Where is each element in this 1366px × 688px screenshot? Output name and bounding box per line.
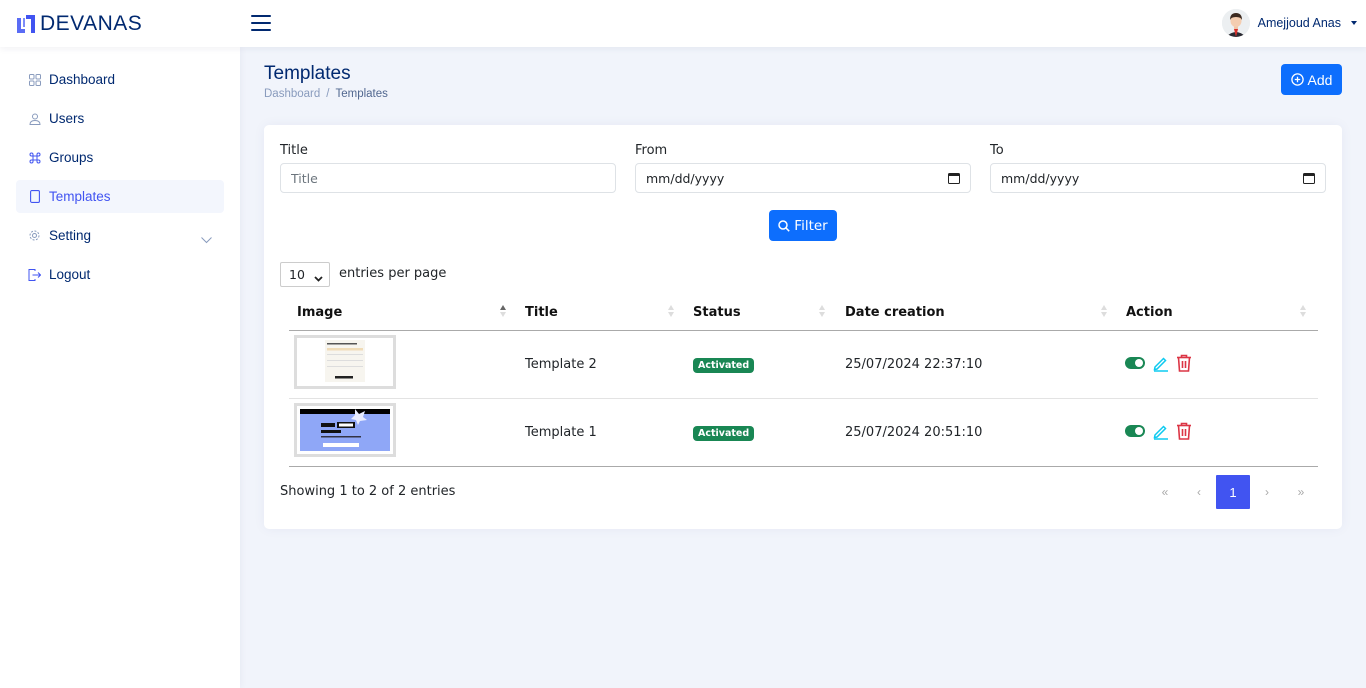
template-title: Template 1 (525, 425, 597, 440)
breadcrumb-separator: / (326, 88, 330, 100)
add-template-button[interactable]: Add (1281, 64, 1342, 95)
column-header-date[interactable]: Date creation (845, 305, 945, 320)
table-row: Template 2 Activated 25/07/2024 22:37:10 (289, 331, 1318, 399)
sort-icon[interactable] (1101, 305, 1107, 319)
status-toggle[interactable] (1125, 425, 1145, 437)
column-header-image[interactable]: Image (297, 305, 342, 320)
sidebar: Dashboard Users Groups Templates Setting… (0, 47, 240, 688)
from-date-input[interactable]: mm/dd/yyyy (635, 163, 971, 193)
person-icon (28, 112, 41, 125)
sidebar-item-label: Setting (49, 228, 92, 243)
edit-pencil-icon[interactable] (1152, 355, 1169, 372)
page-prev-button[interactable]: ‹ (1182, 475, 1216, 509)
search-icon (778, 219, 791, 232)
templates-table: Image Title Status Date creation Action (289, 293, 1318, 467)
status-toggle[interactable] (1125, 357, 1145, 369)
delete-trash-icon[interactable] (1176, 422, 1192, 440)
chevron-down-icon (201, 231, 212, 249)
row-actions (1125, 422, 1192, 440)
breadcrumb: Dashboard / Templates (264, 88, 388, 100)
per-page-value: 10 (289, 267, 305, 282)
title-filter-input[interactable] (291, 170, 605, 186)
avatar-icon (1221, 9, 1250, 37)
template-title: Template 2 (525, 357, 597, 372)
breadcrumb-current: Templates (335, 88, 388, 100)
chevron-down-icon (314, 270, 323, 285)
from-date-value: mm/dd/yyyy (646, 170, 725, 186)
page-next-button[interactable]: › (1250, 475, 1284, 509)
page-last-button[interactable]: » (1284, 475, 1318, 509)
page-first-button[interactable]: « (1148, 475, 1182, 509)
user-avatar (1221, 9, 1250, 37)
sidebar-item-templates[interactable]: Templates (16, 180, 224, 213)
sidebar-item-setting[interactable]: Setting (16, 219, 224, 252)
table-header: Image Title Status Date creation Action (289, 293, 1318, 331)
sidebar-item-label: Dashboard (49, 72, 116, 87)
sort-icon[interactable] (668, 305, 674, 319)
calendar-icon[interactable] (1303, 172, 1315, 184)
sidebar-item-label: Templates (49, 189, 111, 204)
sidebar-item-label: Users (49, 111, 85, 126)
command-icon (28, 151, 41, 164)
to-date-input[interactable]: mm/dd/yyyy (990, 163, 1326, 193)
column-header-action[interactable]: Action (1126, 305, 1173, 320)
sidebar-item-label: Groups (49, 150, 94, 165)
calendar-icon[interactable] (948, 172, 960, 184)
page-title: Templates (264, 63, 351, 84)
hamburger-menu-icon[interactable] (251, 14, 271, 32)
sort-icon[interactable] (500, 305, 506, 319)
entries-per-page-select[interactable]: 10 (280, 262, 330, 287)
status-badge: Activated (693, 358, 755, 373)
gear-icon (28, 229, 41, 242)
date-creation: 25/07/2024 22:37:10 (845, 357, 983, 372)
column-header-status[interactable]: Status (693, 305, 741, 320)
edit-pencil-icon[interactable] (1152, 423, 1169, 440)
plus-circle-icon (1290, 73, 1304, 86)
templates-card: Title From mm/dd/yyyy To mm/dd/yyyy Filt… (264, 125, 1342, 529)
breadcrumb-dashboard[interactable]: Dashboard (264, 88, 320, 100)
pagination: « ‹ 1 › » (1148, 475, 1318, 509)
template-preview-image (297, 406, 393, 454)
to-date-value: mm/dd/yyyy (1001, 170, 1080, 186)
template-thumbnail[interactable] (294, 403, 396, 457)
table-row: Template 1 Activated 25/07/2024 20:51:10 (289, 399, 1318, 467)
template-thumbnail[interactable] (294, 335, 396, 389)
sidebar-item-dashboard[interactable]: Dashboard (16, 63, 224, 96)
filter-button-label: Filter (794, 217, 828, 234)
entries-info: Showing 1 to 2 of 2 entries (280, 484, 456, 499)
user-profile-dropdown[interactable]: Amejjoud Anas (1221, 9, 1357, 37)
sort-icon[interactable] (1300, 305, 1306, 319)
brand-logo[interactable]: DEVANAS (16, 12, 142, 36)
logo-mark-icon (17, 15, 35, 33)
sidebar-item-logout[interactable]: Logout (16, 258, 224, 291)
row-actions (1125, 354, 1192, 372)
page-current-button[interactable]: 1 (1216, 475, 1250, 509)
brand-name: DEVANAS (40, 12, 143, 35)
top-header: DEVANAS Amejjoud Anas (0, 0, 1366, 47)
delete-trash-icon[interactable] (1176, 354, 1192, 372)
add-button-label: Add (1307, 71, 1333, 88)
title-filter-field[interactable] (280, 163, 616, 193)
grid-icon (28, 73, 41, 86)
phone-icon (28, 190, 41, 203)
logout-icon (28, 268, 41, 281)
filter-button[interactable]: Filter (769, 210, 837, 241)
to-date-label: To (990, 143, 1004, 158)
sidebar-item-groups[interactable]: Groups (16, 141, 224, 174)
user-name: Amejjoud Anas (1257, 16, 1341, 30)
sort-icon[interactable] (819, 305, 825, 319)
template-preview-image (297, 338, 393, 386)
date-creation: 25/07/2024 20:51:10 (845, 425, 983, 440)
sidebar-item-label: Logout (49, 267, 91, 282)
status-badge: Activated (693, 426, 755, 441)
sidebar-item-users[interactable]: Users (16, 102, 224, 135)
title-filter-label: Title (280, 143, 308, 158)
from-date-label: From (635, 143, 668, 158)
column-header-title[interactable]: Title (525, 305, 558, 320)
caret-down-icon (1351, 21, 1357, 25)
per-page-label: entries per page (339, 266, 447, 281)
